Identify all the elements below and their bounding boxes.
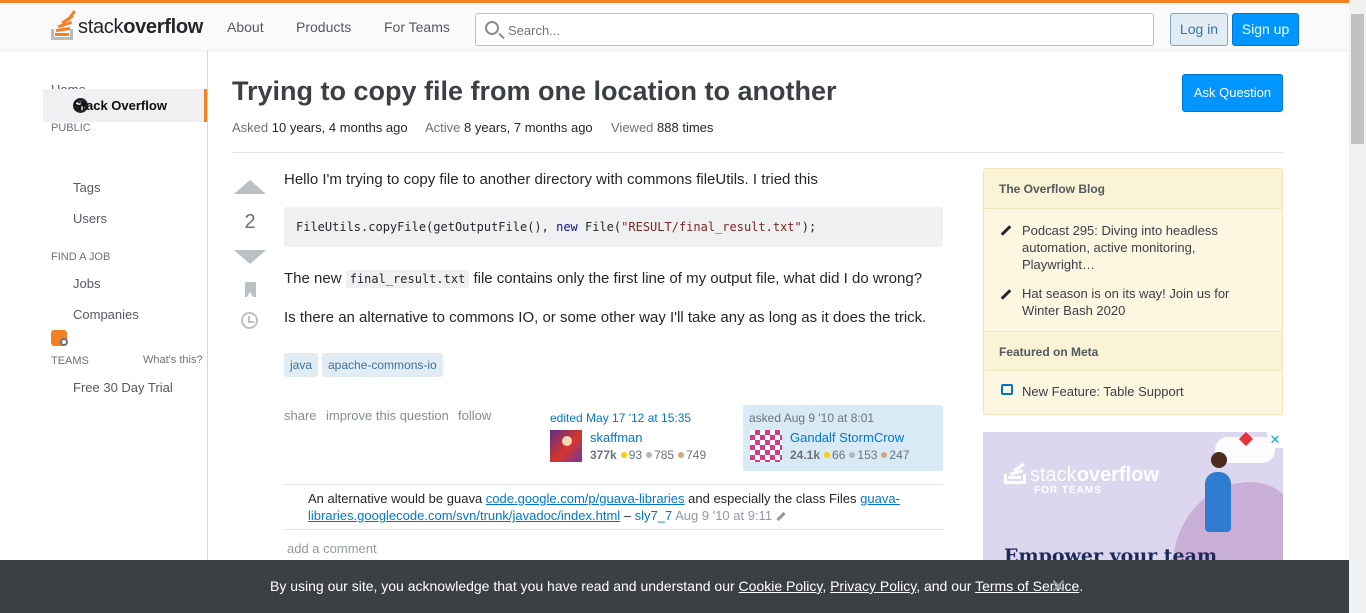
- follow-link[interactable]: follow: [458, 408, 491, 423]
- header-divider: [232, 152, 1283, 153]
- comment-link[interactable]: code.google.com/p/guava-libraries: [486, 491, 685, 506]
- question-body-paragraph: Is there an alternative to commons IO, o…: [284, 309, 927, 326]
- inline-code: final_result.txt: [345, 270, 470, 288]
- comment: An alternative would be guava code.googl…: [308, 491, 900, 523]
- edit-pencil-icon: [776, 511, 786, 522]
- comment-date[interactable]: Aug 9 '10 at 9:11: [675, 508, 772, 523]
- logo-text: stackoverflow: [78, 15, 204, 38]
- comment-divider: [284, 529, 943, 530]
- cookie-banner: By using our site, you acknowledge that …: [0, 560, 1349, 613]
- search-icon: [485, 21, 499, 35]
- close-icon[interactable]: ✕: [1050, 574, 1067, 599]
- overflow-blog-widget: The Overflow Blog Podcast 295: Diving in…: [983, 168, 1283, 415]
- downvote-arrow-icon[interactable]: [234, 250, 266, 264]
- question-body-paragraph: The new final_result.txt file contains o…: [284, 270, 923, 288]
- ask-question-button[interactable]: Ask Question: [1182, 74, 1283, 112]
- sidebar-item-jobs[interactable]: Jobs: [73, 276, 100, 291]
- chat-icon: [1001, 384, 1013, 395]
- code-block: FileUtils.copyFile(getOutputFile(), new …: [284, 207, 943, 247]
- ad-subtitle: FOR TEAMS: [1034, 485, 1102, 496]
- comment-user[interactable]: sly7_7: [635, 508, 673, 523]
- sidebar-heading-find-a-job: FIND A JOB: [51, 251, 111, 263]
- add-comment-link[interactable]: add a comment: [287, 541, 377, 556]
- sidebar-item-stack-overflow[interactable]: Stack Overflow: [43, 89, 207, 122]
- asked-timestamp: asked Aug 9 '10 at 8:01: [749, 411, 875, 425]
- climber-illustration: [1205, 472, 1231, 532]
- editor-username[interactable]: skaffman: [590, 430, 643, 445]
- improve-question-link[interactable]: improve this question: [326, 408, 449, 423]
- scrollbar-thumb[interactable]: [1351, 14, 1364, 144]
- sidebar-item-companies[interactable]: Companies: [73, 307, 139, 322]
- question-body-paragraph: Hello I'm trying to copy file to another…: [284, 171, 818, 188]
- pencil-icon: [1000, 289, 1012, 300]
- question-title[interactable]: Trying to copy file from one location to…: [232, 76, 837, 107]
- privacy-policy-link[interactable]: Privacy Policy: [830, 578, 916, 594]
- upvote-arrow-icon[interactable]: [234, 180, 266, 194]
- page-scrollbar[interactable]: [1349, 0, 1366, 613]
- meta-heading: Featured on Meta: [984, 331, 1282, 371]
- meta-active-label: Active: [425, 120, 461, 135]
- tag-apache-commons-io[interactable]: apache-commons-io: [322, 353, 443, 377]
- blog-heading: The Overflow Blog: [984, 169, 1282, 209]
- meta-asked: Asked 10 years, 4 months ago: [232, 120, 408, 135]
- top-bar: stackoverflow About Products For Teams L…: [0, 0, 1349, 50]
- search-box[interactable]: [475, 13, 1154, 46]
- meta-asked-value[interactable]: 10 years, 4 months ago: [272, 120, 408, 135]
- vote-count: 2: [244, 211, 256, 233]
- signup-button[interactable]: Sign up: [1232, 13, 1299, 46]
- edited-timestamp[interactable]: edited May 17 '12 at 15:35: [550, 411, 691, 425]
- stack-overflow-logo-icon: [1004, 458, 1026, 484]
- sidebar-item-users[interactable]: Users: [73, 211, 107, 226]
- blog-item[interactable]: Hat season is on its way! Join us for Wi…: [1022, 285, 1267, 319]
- reputation: 377k 93 785 749: [590, 448, 707, 462]
- blog-item[interactable]: Podcast 295: Diving into headless automa…: [1022, 222, 1267, 273]
- owner-username[interactable]: Gandalf StormCrow: [790, 430, 904, 445]
- left-sidebar: [0, 50, 208, 613]
- nav-about[interactable]: About: [227, 19, 264, 35]
- sidebar-heading-teams: TEAMS: [51, 355, 89, 367]
- bookmark-icon[interactable]: [245, 282, 256, 297]
- whats-this-link[interactable]: What's this?: [143, 354, 203, 366]
- teams-briefcase-icon: [51, 330, 68, 346]
- ad-close-icon[interactable]: ✕: [1267, 432, 1283, 448]
- sidebar-item-label: Stack Overflow: [73, 98, 167, 113]
- meta-viewed-value: 888 times: [657, 120, 714, 135]
- nav-products[interactable]: Products: [296, 19, 351, 35]
- meta-viewed: Viewed 888 times: [611, 120, 713, 135]
- search-input[interactable]: [508, 20, 1108, 40]
- stack-overflow-logo-icon: [50, 10, 76, 43]
- avatar[interactable]: [550, 430, 582, 462]
- meta-asked-label: Asked: [232, 120, 269, 135]
- avatar[interactable]: [750, 430, 782, 462]
- climber-head-illustration: [1211, 452, 1227, 468]
- ad-brand: stackoverflow: [1030, 464, 1159, 486]
- share-link[interactable]: share: [284, 408, 317, 423]
- meta-viewed-label: Viewed: [611, 120, 654, 135]
- nav-for-teams[interactable]: For Teams: [384, 19, 450, 35]
- meta-active: Active 8 years, 7 months ago: [425, 120, 593, 135]
- editor-user-card: edited May 17 '12 at 15:35 skaffman 377k…: [548, 405, 738, 471]
- meta-item[interactable]: New Feature: Table Support: [1022, 383, 1267, 400]
- sidebar-item-tags[interactable]: Tags: [73, 180, 100, 195]
- meta-active-value[interactable]: 8 years, 7 months ago: [464, 120, 593, 135]
- owner-user-card: asked Aug 9 '10 at 8:01 Gandalf StormCro…: [743, 405, 943, 471]
- login-button[interactable]: Log in: [1170, 13, 1228, 46]
- sidebar-item-free-trial[interactable]: Free 30 Day Trial: [73, 380, 173, 395]
- comment-divider: [284, 484, 943, 485]
- reputation: 24.1k 66 153 247: [790, 448, 910, 462]
- sidebar-heading-public: PUBLIC: [51, 122, 91, 134]
- pencil-icon: [1000, 225, 1012, 236]
- cookie-notice: By using our site, you acknowledge that …: [270, 578, 1084, 594]
- tag-java[interactable]: java: [284, 353, 319, 377]
- cookie-policy-link[interactable]: Cookie Policy: [739, 578, 823, 594]
- history-icon[interactable]: [241, 312, 258, 329]
- site-logo[interactable]: stackoverflow: [50, 10, 203, 44]
